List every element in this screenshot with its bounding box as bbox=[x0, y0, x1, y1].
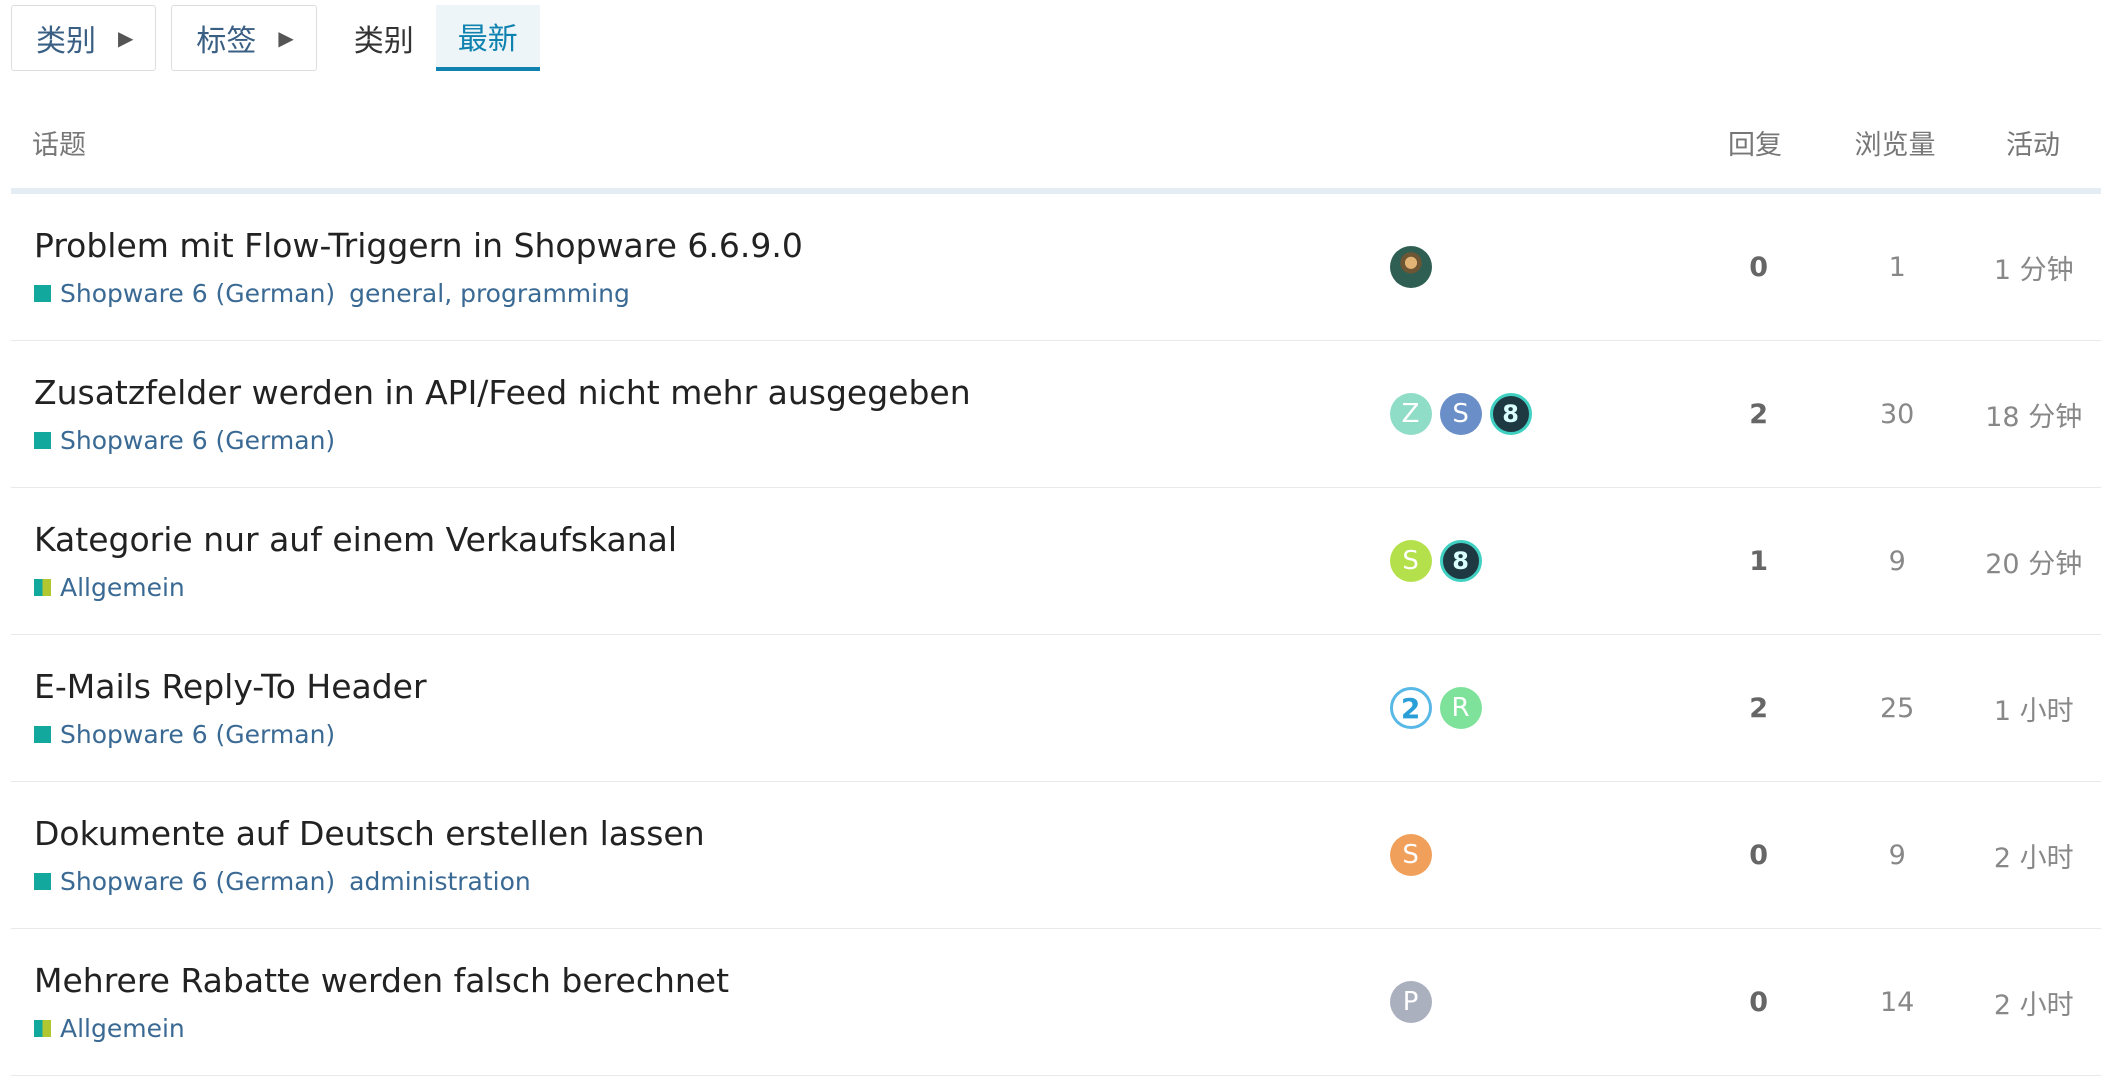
category-name: Allgemein bbox=[60, 573, 185, 602]
topic-posters bbox=[1389, 246, 1690, 288]
header-activity[interactable]: 活动 bbox=[1965, 123, 2101, 162]
activity-time-link[interactable]: 1 小时 bbox=[1966, 689, 2101, 728]
topic-row: Problem mit Flow-Triggern in Shopware 6.… bbox=[11, 194, 2101, 341]
views-count: 30 bbox=[1880, 398, 1915, 430]
topic-meta: Shopware 6 (German) bbox=[34, 426, 1390, 455]
avatar[interactable]: Z bbox=[1389, 393, 1432, 435]
replies-count: 0 bbox=[1749, 986, 1769, 1018]
avatar[interactable]: S bbox=[1439, 393, 1482, 435]
category-badge-link[interactable]: Shopware 6 (German) bbox=[34, 426, 335, 455]
topic-meta: Allgemein bbox=[34, 1014, 1390, 1043]
caret-right-icon: ▶ bbox=[118, 26, 134, 50]
category-badge-link[interactable]: Shopware 6 (German) bbox=[34, 720, 335, 749]
topic-posters: S8 bbox=[1389, 540, 1690, 582]
replies-count: 1 bbox=[1749, 545, 1769, 577]
views-count: 9 bbox=[1888, 545, 1906, 577]
navigation-bar: 类别 ▶ 标签 ▶ 类别 最新 bbox=[11, 5, 540, 75]
topic-row: Kategorie nur auf einem Verkaufskanal All… bbox=[11, 488, 2101, 635]
topic-list: 话题 回复 浏览量 活动 Problem mit Flow-Triggern i… bbox=[11, 96, 2101, 1076]
caret-right-icon: ▶ bbox=[278, 26, 294, 50]
replies-count: 2 bbox=[1749, 692, 1769, 724]
replies-count: 0 bbox=[1749, 839, 1769, 871]
category-name: Shopware 6 (German) bbox=[60, 279, 336, 308]
tab-latest[interactable]: 最新 bbox=[435, 5, 540, 71]
category-square-icon bbox=[34, 1020, 51, 1037]
header-replies[interactable]: 回复 bbox=[1685, 123, 1825, 162]
topic-meta: Shopware 6 (German) administration bbox=[34, 867, 1390, 896]
topic-list-header: 话题 回复 浏览量 活动 bbox=[11, 96, 2101, 194]
topic-row: Mehrere Rabatte werden falsch berechnet A… bbox=[11, 929, 2101, 1076]
activity-time-link[interactable]: 2 小时 bbox=[1966, 836, 2101, 875]
replies-count: 0 bbox=[1749, 251, 1769, 283]
avatar[interactable]: 2 bbox=[1389, 687, 1432, 729]
activity-time-link[interactable]: 18 分钟 bbox=[1966, 395, 2101, 434]
topic-title-link[interactable]: Zusatzfelder werden in API/Feed nicht me… bbox=[34, 373, 1390, 412]
category-badge-link[interactable]: Shopware 6 (German) bbox=[34, 279, 335, 308]
activity-time-link[interactable]: 20 分钟 bbox=[1966, 542, 2101, 581]
category-badge-link[interactable]: Allgemein bbox=[34, 1014, 185, 1043]
topic-tags-link[interactable]: administration bbox=[349, 867, 531, 896]
topic-meta: Shopware 6 (German) bbox=[34, 720, 1390, 749]
category-square-icon bbox=[34, 726, 51, 743]
topic-main: Dokumente auf Deutsch erstellen lassen Sh… bbox=[11, 814, 1390, 896]
tags-dropdown-label: 标签 bbox=[196, 24, 257, 59]
category-square-icon bbox=[34, 285, 51, 302]
topic-main: Problem mit Flow-Triggern in Shopware 6.… bbox=[11, 226, 1390, 308]
topic-posters: 2R bbox=[1389, 687, 1690, 729]
activity-time-link[interactable]: 1 分钟 bbox=[1966, 248, 2101, 287]
avatar[interactable]: 8 bbox=[1439, 540, 1482, 582]
avatar[interactable]: R bbox=[1439, 687, 1482, 729]
topic-title-link[interactable]: Dokumente auf Deutsch erstellen lassen bbox=[34, 814, 1390, 853]
topic-row: Zusatzfelder werden in API/Feed nicht me… bbox=[11, 341, 2101, 488]
topic-tags-link[interactable]: general, programming bbox=[349, 279, 630, 308]
category-square-icon bbox=[34, 873, 51, 890]
categories-dropdown-label: 类别 bbox=[36, 24, 96, 59]
category-name: Shopware 6 (German) bbox=[60, 426, 336, 455]
avatar[interactable]: S bbox=[1389, 834, 1432, 876]
category-square-icon bbox=[34, 432, 51, 449]
views-count: 9 bbox=[1888, 839, 1906, 871]
topic-rows: Problem mit Flow-Triggern in Shopware 6.… bbox=[11, 194, 2101, 1076]
replies-count: 2 bbox=[1749, 398, 1769, 430]
category-name: Shopware 6 (German) bbox=[60, 867, 336, 896]
header-views[interactable]: 浏览量 bbox=[1825, 123, 1965, 162]
avatar[interactable]: P bbox=[1389, 981, 1432, 1023]
topic-title-link[interactable]: E-Mails Reply-To Header bbox=[34, 667, 1390, 706]
views-count: 1 bbox=[1888, 251, 1906, 283]
tags-dropdown-button[interactable]: 标签 ▶ bbox=[171, 5, 317, 71]
avatar[interactable]: 8 bbox=[1489, 393, 1532, 435]
category-name: Shopware 6 (German) bbox=[60, 720, 336, 749]
views-count: 25 bbox=[1880, 692, 1915, 724]
topic-meta: Shopware 6 (German) general, programming bbox=[34, 279, 1390, 308]
topic-main: Mehrere Rabatte werden falsch berechnet A… bbox=[11, 961, 1390, 1043]
topic-posters: ZS8 bbox=[1389, 393, 1690, 435]
topic-row: Dokumente auf Deutsch erstellen lassen Sh… bbox=[11, 782, 2101, 929]
header-topic[interactable]: 话题 bbox=[11, 123, 1685, 162]
topic-meta: Allgemein bbox=[34, 573, 1390, 602]
avatar[interactable]: S bbox=[1389, 540, 1432, 582]
avatar[interactable] bbox=[1389, 246, 1432, 288]
category-name: Allgemein bbox=[60, 1014, 185, 1043]
views-count: 14 bbox=[1880, 986, 1915, 1018]
topic-title-link[interactable]: Mehrere Rabatte werden falsch berechnet bbox=[34, 961, 1390, 1000]
category-badge-link[interactable]: Shopware 6 (German) bbox=[34, 867, 335, 896]
category-square-icon bbox=[34, 579, 51, 596]
topic-posters: S bbox=[1389, 834, 1690, 876]
topic-title-link[interactable]: Problem mit Flow-Triggern in Shopware 6.… bbox=[34, 226, 1390, 265]
topic-title-link[interactable]: Kategorie nur auf einem Verkaufskanal bbox=[34, 520, 1390, 559]
topic-main: Zusatzfelder werden in API/Feed nicht me… bbox=[11, 373, 1390, 455]
category-badge-link[interactable]: Allgemein bbox=[34, 573, 185, 602]
topic-row: E-Mails Reply-To Header Shopware 6 (Germa… bbox=[11, 635, 2101, 782]
categories-dropdown-button[interactable]: 类别 ▶ bbox=[11, 5, 157, 71]
topic-main: Kategorie nur auf einem Verkaufskanal All… bbox=[11, 520, 1390, 602]
topic-main: E-Mails Reply-To Header Shopware 6 (Germa… bbox=[11, 667, 1390, 749]
activity-time-link[interactable]: 2 小时 bbox=[1966, 983, 2101, 1022]
topic-posters: P bbox=[1389, 981, 1690, 1023]
tab-categories[interactable]: 类别 bbox=[332, 5, 436, 71]
